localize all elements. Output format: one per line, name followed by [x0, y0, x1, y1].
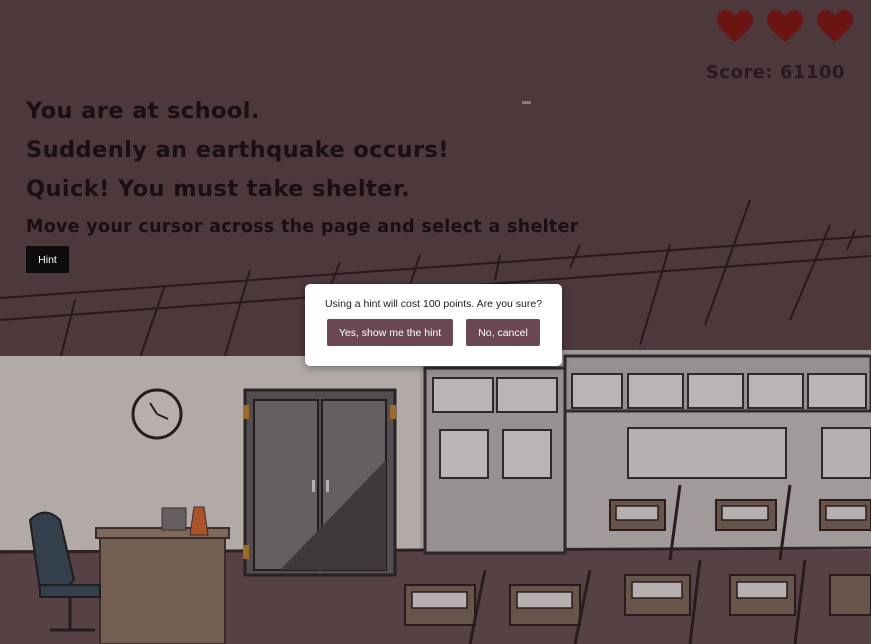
cancel-button[interactable]: No, cancel [466, 319, 540, 346]
instruction-text: Move your cursor across the page and sel… [26, 217, 579, 237]
heart-icon [817, 10, 853, 42]
hint-button[interactable]: Hint [26, 246, 69, 273]
score-display: Score: 61100 [705, 62, 845, 83]
story-text: You are at school. Suddenly an earthquak… [26, 92, 579, 237]
dialog-message: Using a hint will cost 100 points. Are y… [324, 298, 543, 310]
heart-icon [717, 10, 753, 42]
hint-confirm-dialog: Using a hint will cost 100 points. Are y… [305, 284, 562, 366]
story-line: Quick! You must take shelter. [26, 176, 411, 202]
heart-icon [767, 10, 803, 42]
story-line: Suddenly an earthquake occurs! [26, 137, 449, 163]
story-line: You are at school. [26, 98, 260, 124]
confirm-hint-button[interactable]: Yes, show me the hint [327, 319, 453, 346]
clock-icon [131, 388, 183, 440]
lives [717, 10, 853, 44]
